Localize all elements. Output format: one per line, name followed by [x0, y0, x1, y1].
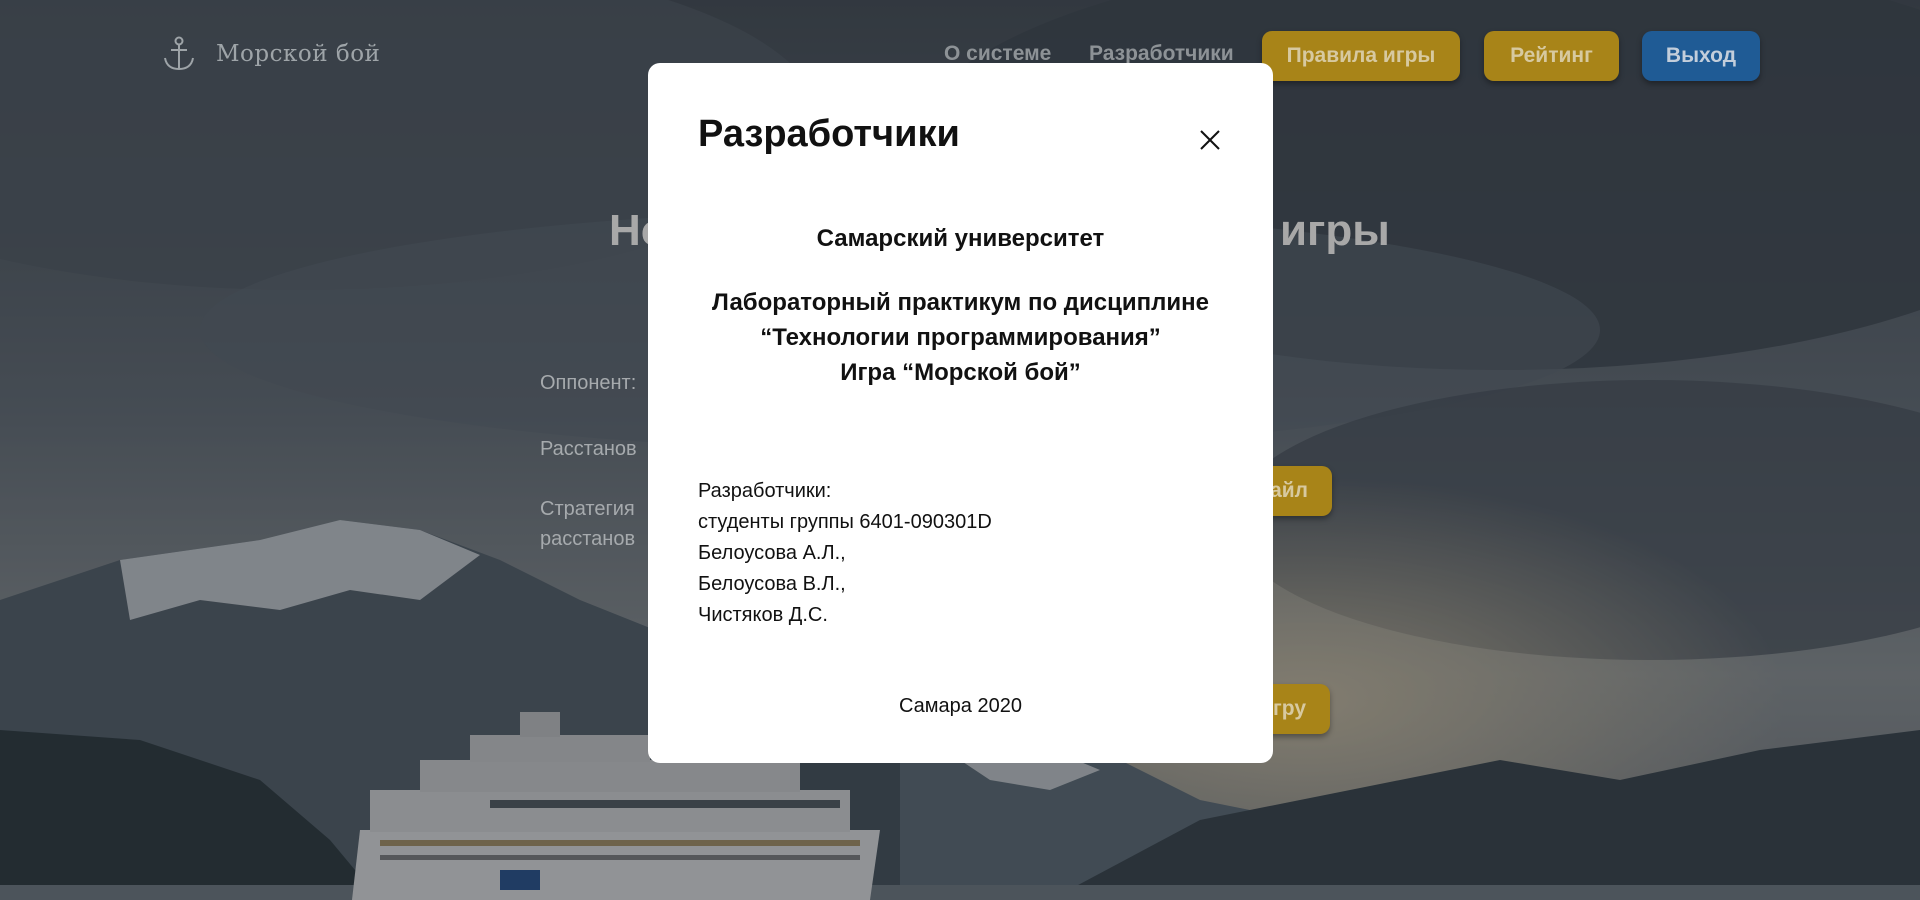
- logout-button[interactable]: Выход: [1642, 31, 1760, 81]
- course-line-1: Лабораторный практикум по дисциплине: [712, 289, 1209, 316]
- strategy-label-line2: расстанов: [540, 528, 636, 550]
- developer-name: Чистяков Д.С.: [698, 604, 828, 626]
- developers-heading: Разработчики:: [698, 480, 832, 502]
- student-group: студенты группы 6401-090301D: [698, 511, 992, 533]
- developer-name: Белоусова В.Л.,: [698, 573, 846, 595]
- logo-text: Морской бой: [216, 41, 381, 67]
- university-name: Самарский университет: [816, 225, 1105, 252]
- modal-title: Разработчики: [698, 113, 960, 155]
- logo[interactable]: Морской бой: [162, 36, 380, 72]
- developer-name: Белоусова А.Л.,: [698, 542, 846, 564]
- placement-label: Расстанов: [540, 438, 637, 460]
- course-line-2: “Технологии программирования”: [760, 324, 1161, 351]
- close-icon: [1200, 130, 1220, 150]
- course-info: Лабораторный практикум по дисциплине “Те…: [648, 285, 1273, 390]
- developers-modal: Разработчики Самарский университет Лабор…: [648, 63, 1273, 763]
- course-line-3: Игра “Морской бой”: [840, 359, 1081, 386]
- developers-list: Разработчики: студенты группы 6401-09030…: [698, 476, 992, 631]
- strategy-label-line1: Стратегия: [540, 498, 635, 520]
- page-title-right: игры: [1280, 206, 1390, 255]
- opponent-label: Оппонент:: [540, 372, 637, 394]
- anchor-icon: [164, 36, 194, 71]
- modal-footer: Самара 2020: [899, 695, 1022, 717]
- rules-button[interactable]: Правила игры: [1262, 31, 1460, 81]
- close-button[interactable]: [1188, 118, 1232, 162]
- rating-button[interactable]: Рейтинг: [1484, 31, 1619, 81]
